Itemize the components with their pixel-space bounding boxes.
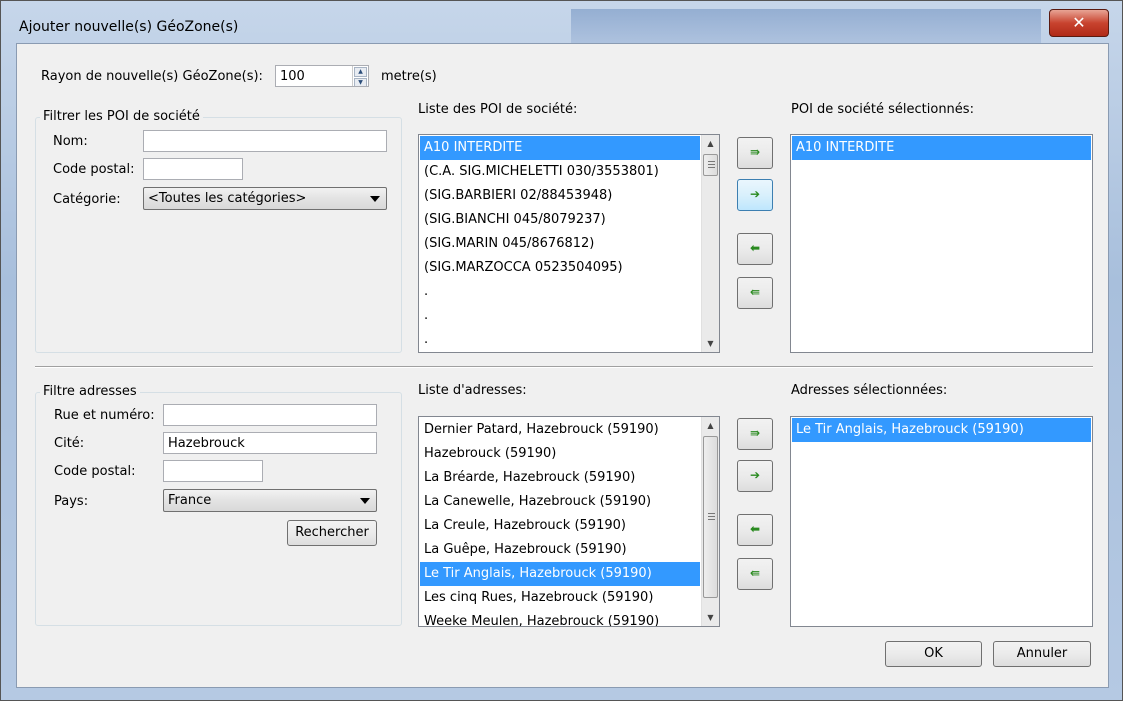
remove-poi-button[interactable]: ⬅ xyxy=(737,233,773,265)
list-item[interactable]: Le Tir Anglais, Hazebrouck (59190) xyxy=(420,562,700,586)
poi-list-label: Liste des POI de société: xyxy=(418,102,578,117)
poi-selected-label: POI de société sélectionnés: xyxy=(791,102,974,117)
list-item[interactable]: Le Tir Anglais, Hazebrouck (59190) xyxy=(792,418,1091,442)
poi-listbox[interactable]: A10 INTERDITE (C.A. SIG.MICHELETTI 030/3… xyxy=(418,134,720,353)
poi-filter-title: Filtrer les POI de société xyxy=(40,109,203,124)
list-item[interactable]: La Guêpe, Hazebrouck (59190) xyxy=(420,538,700,562)
list-item[interactable]: La Bréarde, Hazebrouck (59190) xyxy=(420,466,700,490)
chevron-down-icon xyxy=(360,498,370,504)
list-item[interactable]: A10 INTERDITE xyxy=(792,136,1091,160)
list-item[interactable]: . xyxy=(420,280,700,304)
close-button[interactable]: ✕ xyxy=(1049,9,1109,37)
address-filter-title: Filtre adresses xyxy=(40,384,140,399)
address-selected-listbox[interactable]: Le Tir Anglais, Hazebrouck (59190) xyxy=(790,416,1093,627)
list-item[interactable]: (SIG.BARBIERI 02/88453948) xyxy=(420,184,700,208)
scroll-down-icon[interactable]: ▼ xyxy=(702,335,719,352)
list-item[interactable]: (SIG.MARZOCCA 0523504095) xyxy=(420,256,700,280)
ok-button[interactable]: OK xyxy=(885,641,982,667)
poi-category-select[interactable]: <Toutes les catégories> xyxy=(143,187,387,210)
poi-category-label: Catégorie: xyxy=(53,192,121,207)
list-item[interactable]: Dernier Patard, Hazebrouck (59190) xyxy=(420,418,700,442)
spin-down-icon[interactable]: ▼ xyxy=(354,78,367,86)
background-window-strip xyxy=(571,9,1041,43)
spin-up-icon[interactable]: ▲ xyxy=(354,67,367,77)
scroll-thumb[interactable] xyxy=(703,436,718,598)
list-item[interactable]: Weeke Meulen, Hazebrouck (59190) xyxy=(420,610,700,626)
radius-label: Rayon de nouvelle(s) GéoZone(s): xyxy=(41,69,263,84)
list-item[interactable]: A10 INTERDITE xyxy=(420,136,700,160)
poi-name-label: Nom: xyxy=(53,134,88,149)
poi-name-input[interactable] xyxy=(143,130,387,152)
dialog-window: Ajouter nouvelle(s) GéoZone(s) ✕ Rayon d… xyxy=(0,0,1123,701)
remove-address-button[interactable]: ⬅ xyxy=(737,514,773,546)
list-item[interactable]: La Canewelle, Hazebrouck (59190) xyxy=(420,490,700,514)
add-poi-button[interactable]: ➔ xyxy=(737,179,773,211)
radius-value: 100 xyxy=(280,69,305,84)
scroll-thumb[interactable] xyxy=(703,154,718,176)
address-listbox[interactable]: Dernier Patard, Hazebrouck (59190) Hazeb… xyxy=(418,416,720,627)
scroll-up-icon[interactable]: ▲ xyxy=(702,135,719,152)
country-label: Pays: xyxy=(54,494,89,509)
cancel-button[interactable]: Annuler xyxy=(993,641,1091,667)
poi-list-scrollbar[interactable]: ▲ ▼ xyxy=(701,135,719,352)
scroll-up-icon[interactable]: ▲ xyxy=(702,417,719,434)
address-list-scrollbar[interactable]: ▲ ▼ xyxy=(701,417,719,626)
remove-all-poi-button[interactable]: ⇚ xyxy=(737,277,773,309)
add-all-poi-button[interactable]: ⇛ xyxy=(737,137,773,169)
radius-unit: metre(s) xyxy=(381,69,437,84)
poi-postal-input[interactable] xyxy=(143,158,243,180)
street-label: Rue et numéro: xyxy=(54,408,155,423)
poi-selected-listbox[interactable]: A10 INTERDITE xyxy=(790,134,1093,353)
section-divider xyxy=(35,366,1093,368)
title-bar[interactable]: Ajouter nouvelle(s) GéoZone(s) ✕ xyxy=(1,1,1122,43)
search-button[interactable]: Rechercher xyxy=(287,520,377,546)
street-input[interactable] xyxy=(163,404,377,426)
window-title: Ajouter nouvelle(s) GéoZone(s) xyxy=(19,19,239,35)
address-list-label: Liste d'adresses: xyxy=(418,383,527,398)
list-item[interactable]: . xyxy=(420,328,700,352)
list-item[interactable]: . xyxy=(420,304,700,328)
radius-input[interactable]: 100 ▲ ▼ xyxy=(275,65,369,87)
address-selected-label: Adresses sélectionnées: xyxy=(791,383,948,398)
add-all-address-button[interactable]: ⇛ xyxy=(737,418,773,450)
address-postal-input[interactable] xyxy=(163,460,263,482)
list-item[interactable]: Hazebrouck (59190) xyxy=(420,442,700,466)
list-item[interactable]: La Creule, Hazebrouck (59190) xyxy=(420,514,700,538)
address-postal-label: Code postal: xyxy=(54,464,136,479)
add-address-button[interactable]: ➔ xyxy=(737,460,773,492)
country-value: France xyxy=(168,493,212,508)
poi-filter-group xyxy=(35,117,402,353)
list-item[interactable]: Les cinq Rues, Hazebrouck (59190) xyxy=(420,586,700,610)
scroll-down-icon[interactable]: ▼ xyxy=(702,609,719,626)
list-item[interactable]: (SIG.BIANCHI 045/8079237) xyxy=(420,208,700,232)
country-select[interactable]: France xyxy=(163,489,377,512)
remove-all-address-button[interactable]: ⇚ xyxy=(737,558,773,590)
city-input[interactable]: Hazebrouck xyxy=(163,432,377,454)
list-item[interactable]: (SIG.MARIN 045/8676812) xyxy=(420,232,700,256)
list-item[interactable]: (C.A. SIG.MICHELETTI 030/3553801) xyxy=(420,160,700,184)
poi-category-value: <Toutes les catégories> xyxy=(148,191,307,206)
poi-postal-label: Code postal: xyxy=(53,162,135,177)
dialog-body: Rayon de nouvelle(s) GéoZone(s): 100 ▲ ▼… xyxy=(16,43,1109,688)
chevron-down-icon xyxy=(370,196,380,202)
city-label: Cité: xyxy=(54,436,85,451)
